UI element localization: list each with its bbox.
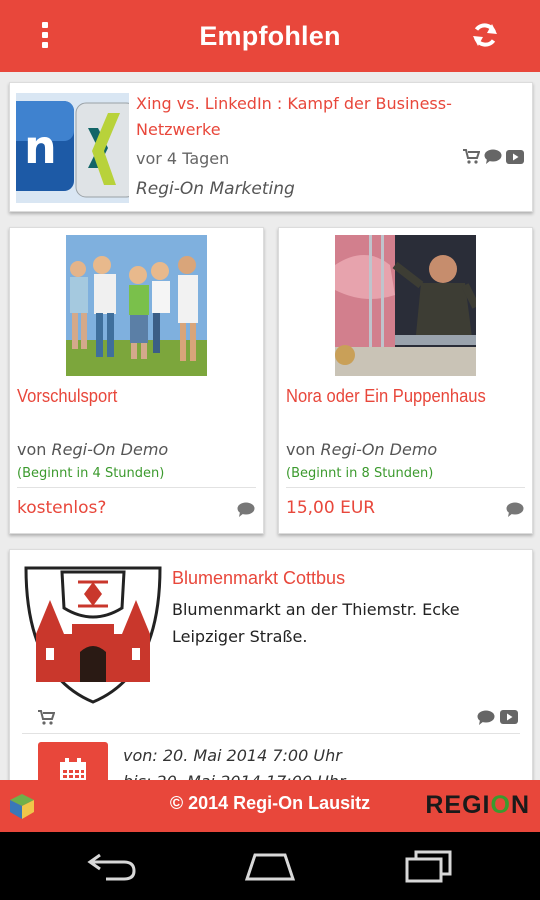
event-image [66,235,207,376]
event-organizer: von Regi-On Demo [286,440,437,459]
divider [286,487,525,488]
event-description: Blumenmarkt an der Thiemstr. Ecke Leipzi… [172,600,460,646]
event-price: 15,00 EUR [286,498,376,518]
event-to: bis: 20. Mai 2014 17:00 Uhr [123,769,346,780]
event-from: von: 20. Mai 2014 7:00 Uhr [123,746,342,765]
video-icon [506,149,524,164]
comment-icon [506,502,524,517]
article-age: vor 4 Tagen [136,149,230,168]
logo-o: O [490,791,511,819]
organizer-name: Regi-On Demo [51,440,169,459]
event-dates: von: 20. Mai 2014 7:00 Uhr bis: 20. Mai … [123,743,346,780]
event-title[interactable]: Nora oder Ein Puppenhaus [286,386,486,407]
refresh-icon[interactable] [470,20,500,50]
article-title[interactable]: Xing vs. LinkedIn : Kampf der Business-N… [136,91,526,143]
calendar-icon [60,758,86,780]
video-icon [500,710,518,724]
calendar-badge [38,742,108,780]
event-image [335,235,476,376]
article-thumbnail: n [16,93,129,203]
brand-logo[interactable]: REGION [425,791,530,820]
event-card[interactable]: Blumenmarkt Cottbus Blumenmarkt an der T… [9,549,533,780]
event-start: (Beginnt in 8 Stunden) [286,466,434,481]
event-card[interactable]: Vorschulsport von Regi-On Demo (Beginnt … [9,227,264,534]
app-bar: Empfohlen [0,0,540,72]
event-title[interactable]: Blumenmarkt Cottbus [172,568,345,589]
overflow-menu-icon[interactable] [34,20,56,50]
event-price: kostenlos? [17,498,107,518]
city-crest-image [22,564,164,706]
back-icon[interactable] [86,849,138,883]
event-icons [477,710,518,725]
logo-part: N [510,791,530,819]
organizer-name: Regi-On Demo [320,440,438,459]
article-card[interactable]: n Xing vs. LinkedIn : Kampf der Business… [9,82,533,212]
article-author: Regi-On Marketing [136,179,295,199]
event-card[interactable]: Nora oder Ein Puppenhaus von Regi-On Dem… [278,227,533,534]
logo-part: REGI [425,791,491,819]
recents-icon[interactable] [404,849,454,883]
footer-bar: © 2014 Regi-On Lausitz REGION [0,780,540,832]
system-nav-bar [0,832,540,900]
organizer-prefix: von [17,440,47,459]
event-organizer: von Regi-On Demo [17,440,168,459]
event-title[interactable]: Vorschulsport [17,386,117,407]
comment-icon [237,502,255,517]
article-icons [463,149,524,164]
divider [17,487,256,488]
event-start: (Beginnt in 4 Stunden) [17,466,165,481]
home-icon[interactable] [243,849,297,883]
cart-icon [463,149,480,164]
feed-list[interactable]: n Xing vs. LinkedIn : Kampf der Business… [0,72,540,780]
page-title: Empfohlen [199,20,341,51]
comment-icon [477,710,495,725]
svg-text:n: n [24,120,57,174]
divider [22,733,520,734]
organizer-prefix: von [286,440,316,459]
comment-icon [484,149,502,164]
cart-icon [38,710,55,725]
